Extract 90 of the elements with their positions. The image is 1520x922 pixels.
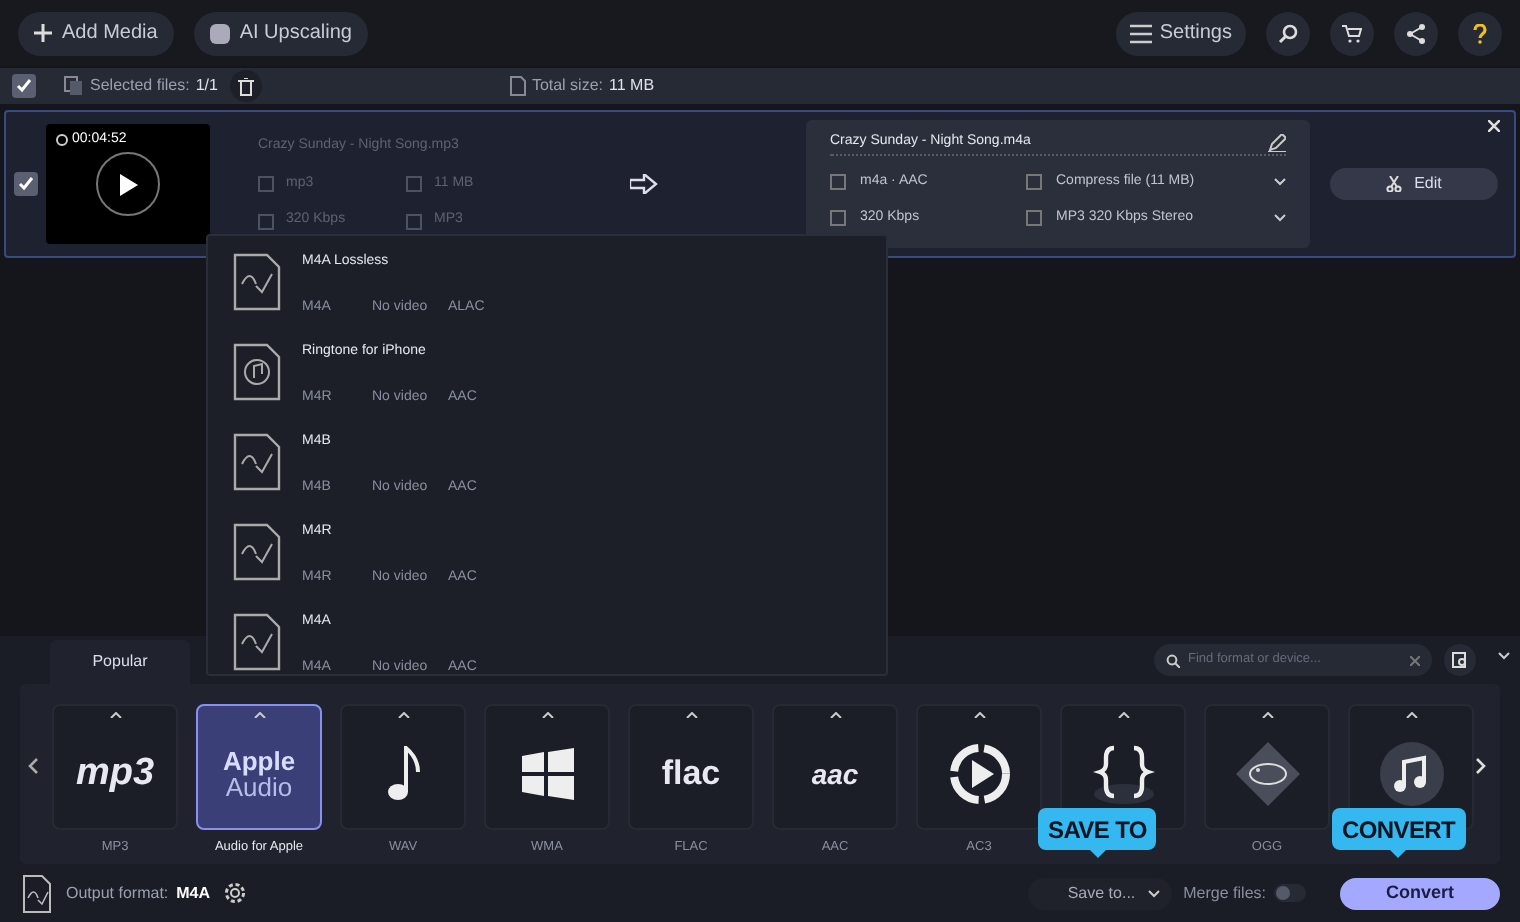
check-icon [16, 78, 32, 94]
format-tile[interactable] [484, 704, 610, 830]
selected-files-count: 1/1 [195, 74, 218, 98]
caret-up-icon [685, 712, 697, 718]
format-tile[interactable] [1204, 704, 1330, 830]
file-format-icon [232, 612, 282, 672]
format-tile[interactable] [340, 704, 466, 830]
merge-files-label: Merge files: [1183, 881, 1266, 905]
clear-icon [1410, 655, 1420, 665]
merge-toggle[interactable] [1274, 884, 1306, 902]
search-icon [1166, 653, 1180, 667]
caret-up-icon [541, 712, 553, 718]
chevron-down-icon [1274, 214, 1286, 223]
chevron-right-icon [1475, 758, 1485, 774]
selected-files-label: Selected files: [90, 74, 190, 98]
file-format-icon [232, 432, 282, 492]
check-icon [18, 176, 34, 192]
music-note-icon [1379, 741, 1443, 805]
windows-logo-icon [517, 745, 577, 801]
save-to-dropdown[interactable]: Save to... [1027, 877, 1172, 909]
format-logo: mp3 [75, 754, 155, 792]
file-format-icon [232, 522, 282, 582]
braces-icon [1089, 741, 1157, 805]
caret-up-icon [253, 712, 265, 718]
total-size-value: 11 MB [609, 74, 655, 98]
chevron-left-icon [28, 758, 38, 774]
scissors-icon [1386, 176, 1403, 192]
add-media-button[interactable]: Add Media [18, 11, 174, 55]
share-button[interactable] [1394, 11, 1438, 55]
help-button[interactable] [1458, 11, 1502, 55]
callout-pointer-icon [1390, 850, 1407, 858]
format-logo: Apple [222, 747, 296, 773]
pencil-icon [1268, 133, 1286, 152]
convert-arrow-icon [630, 174, 658, 194]
delete-button[interactable] [229, 70, 262, 102]
checkbox[interactable] [14, 172, 38, 196]
file-format-icon [232, 252, 282, 312]
format-tab[interactable]: Popular [50, 640, 190, 684]
format-tile[interactable]: aac [772, 704, 898, 830]
settings-button[interactable]: Settings [1115, 11, 1246, 55]
clock-icon [56, 134, 68, 147]
callout-tooltip: SAVE TO [1038, 808, 1157, 858]
sliders-icon [1129, 23, 1152, 43]
format-tile[interactable]: mp3 [52, 704, 178, 830]
format-logo: flac [661, 756, 721, 790]
plus-icon [34, 24, 52, 42]
file-format-icon [232, 342, 282, 402]
share-icon [1406, 23, 1426, 43]
format-logo: aac [811, 759, 859, 787]
search-button[interactable] [1266, 11, 1310, 55]
total-size-label: Total size: [531, 74, 604, 98]
convert-button[interactable]: Convert [1340, 877, 1500, 909]
caret-up-icon [1405, 712, 1417, 718]
checkbox[interactable] [12, 74, 36, 98]
play-circle-icon [947, 741, 1011, 805]
play-icon [118, 173, 138, 195]
output-format-value: M4A [176, 881, 211, 905]
settings-button[interactable] [222, 881, 247, 905]
caret-up-icon [109, 712, 121, 718]
question-mark-icon [1470, 23, 1490, 43]
caret-up-icon [1261, 712, 1273, 718]
device-button[interactable] [1444, 644, 1476, 676]
caret-up-icon [829, 712, 841, 718]
copy-icon [64, 76, 84, 96]
gear-icon [223, 882, 246, 904]
device-icon [1452, 652, 1468, 668]
trash-icon [237, 77, 254, 95]
music-note-icon [387, 745, 419, 801]
cart-button[interactable] [1330, 11, 1374, 55]
format-tile[interactable] [916, 704, 1042, 830]
chevron-down-icon [1274, 177, 1286, 186]
chevron-down-icon [1498, 652, 1510, 660]
caret-up-icon [1117, 712, 1129, 718]
search-icon [1278, 23, 1298, 43]
format-tile[interactable]: Apple Audio [196, 704, 322, 830]
format-logo: Audio [225, 773, 293, 799]
play-button[interactable] [96, 152, 160, 216]
cart-icon [1342, 23, 1362, 43]
close-icon [1488, 120, 1500, 132]
chevron-down-icon [1147, 889, 1160, 897]
close-button[interactable] [1486, 118, 1502, 134]
file-format-icon [20, 873, 54, 913]
output-format-label: Output format: [66, 881, 169, 905]
callout-pointer-icon [1089, 850, 1106, 858]
ai-upscaling-button[interactable]: AI Upscaling [193, 11, 368, 55]
caret-up-icon [973, 712, 985, 718]
edit-button[interactable]: Edit [1330, 168, 1498, 200]
caret-up-icon [397, 712, 409, 718]
format-tile[interactable]: flac [628, 704, 754, 830]
callout-tooltip: CONVERT [1332, 808, 1466, 858]
